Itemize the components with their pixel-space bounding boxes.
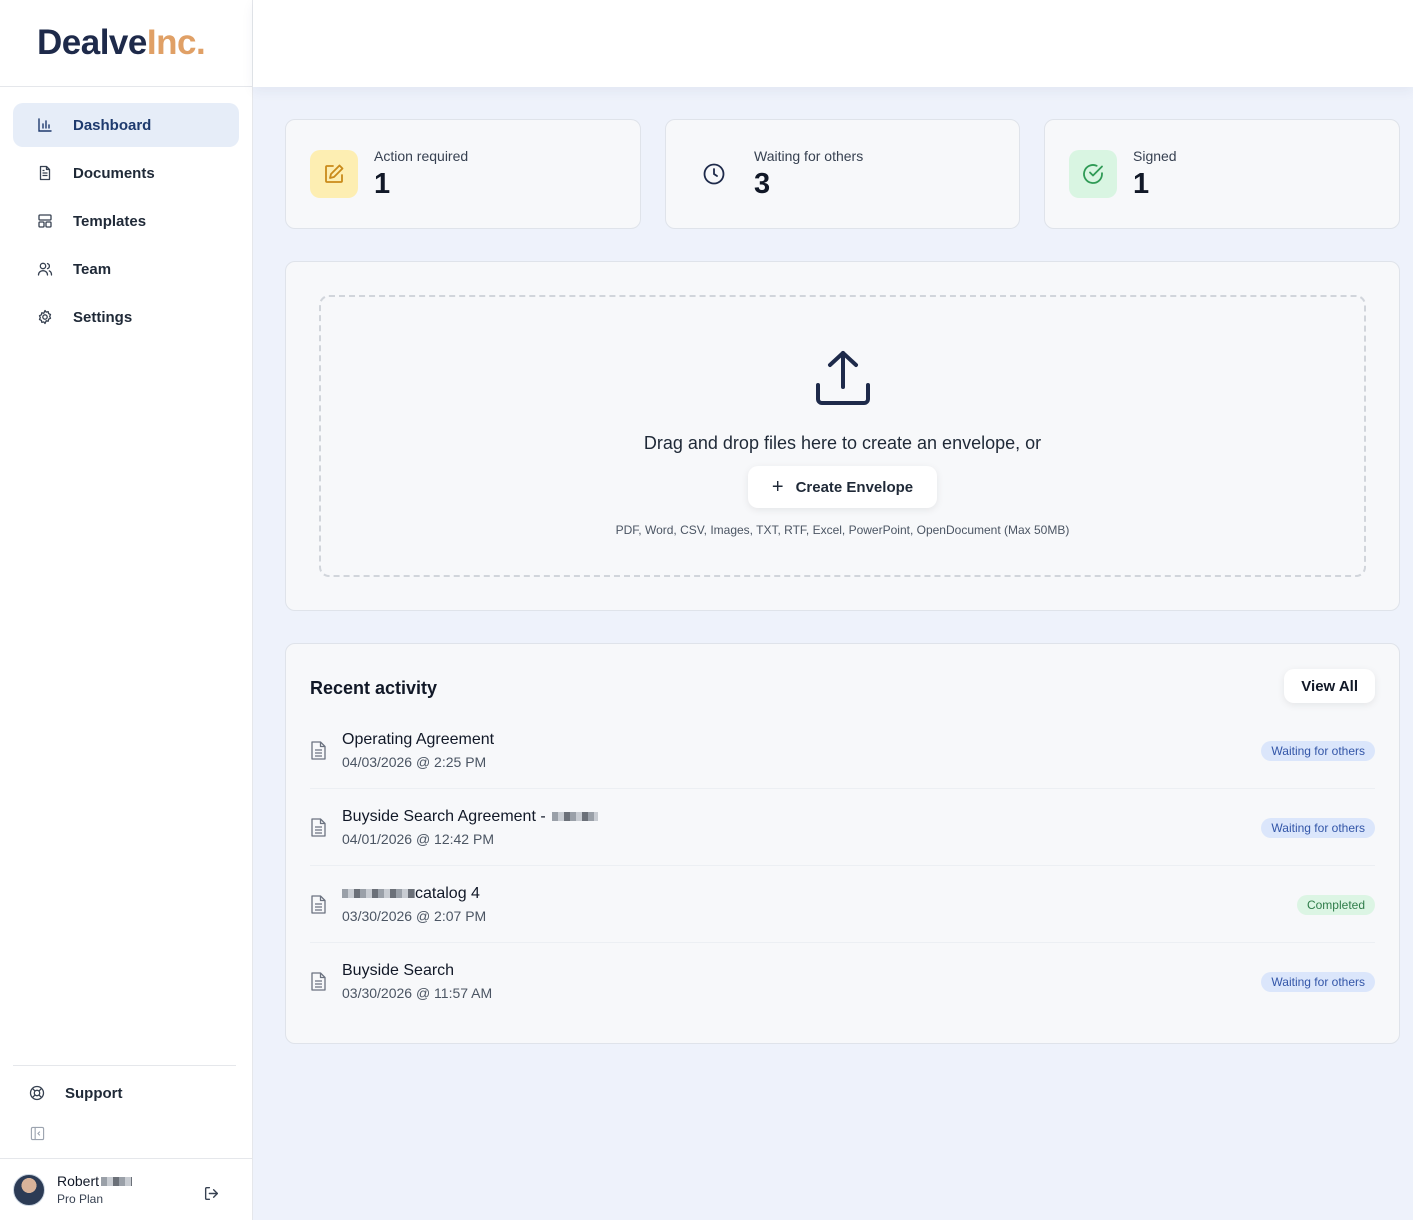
stat-value: 1 xyxy=(1133,167,1150,200)
status-badge: Waiting for others xyxy=(1261,818,1375,838)
plus-icon: + xyxy=(771,476,784,498)
top-bar xyxy=(253,0,1413,87)
stat-card-signed[interactable]: Signed 1 xyxy=(1044,119,1400,229)
activity-date: 04/01/2026 @ 12:42 PM xyxy=(342,830,494,847)
activity-title: catalog 4 xyxy=(342,885,486,903)
activity-title-text: Buyside Search xyxy=(342,962,455,979)
recent-activity-title: Recent activity xyxy=(310,678,438,698)
nav-label: Documents xyxy=(73,164,155,182)
nav-label: Team xyxy=(73,260,112,278)
stat-value: 3 xyxy=(754,167,771,200)
nav-label: Settings xyxy=(73,308,133,326)
nav-label: Templates xyxy=(73,212,147,230)
redacted-block xyxy=(342,889,415,898)
users-icon xyxy=(37,261,53,277)
brand-logo[interactable]: Dealve Inc. xyxy=(0,0,252,87)
sidebar-footer: Support xyxy=(13,1065,236,1147)
document-icon xyxy=(311,894,326,914)
recent-activity-card: Recent activity View All Operating Agree… xyxy=(285,643,1400,1044)
user-profile[interactable]: Robert Pro Plan xyxy=(0,1158,252,1220)
document-icon xyxy=(311,972,326,991)
document-icon xyxy=(311,817,326,837)
activity-list: Operating Agreement 04/03/2026 @ 2:25 PM… xyxy=(310,712,1375,1020)
drop-instructions: Drag and drop files here to create an en… xyxy=(643,433,1042,453)
activity-title-text: catalog 4 xyxy=(415,884,480,902)
status-badge: Completed xyxy=(1296,895,1375,915)
activity-item[interactable]: catalog 4 03/30/2026 @ 2:07 PM Completed xyxy=(310,866,1375,943)
activity-title: Operating Agreement xyxy=(342,731,494,749)
nav-item-team[interactable]: Team xyxy=(13,247,239,291)
template-icon xyxy=(37,213,53,229)
user-plan: Pro Plan xyxy=(57,1192,104,1206)
activity-item[interactable]: Buyside Search 03/30/2026 @ 11:57 AM Wai… xyxy=(310,943,1375,1020)
nav-item-dashboard[interactable]: Dashboard xyxy=(13,103,239,147)
activity-title-text: Buyside Search Agreement - xyxy=(342,807,546,825)
check-circle-icon xyxy=(1083,164,1103,184)
redacted-block xyxy=(551,812,598,821)
gear-icon xyxy=(37,309,53,325)
user-name: Robert xyxy=(57,1173,133,1189)
stat-label: Action required xyxy=(374,147,469,164)
activity-date: 04/03/2026 @ 2:25 PM xyxy=(342,753,487,770)
nav-label: Dashboard xyxy=(73,116,152,134)
upload-card: Drag and drop files here to create an en… xyxy=(285,261,1400,611)
redacted-block xyxy=(101,1176,133,1186)
document-icon xyxy=(37,165,53,181)
document-icon xyxy=(311,740,326,760)
stat-badge xyxy=(310,150,358,198)
upload-icon xyxy=(815,351,870,405)
stat-label: Signed xyxy=(1133,147,1177,164)
view-all-button[interactable]: View All xyxy=(1284,669,1375,703)
logout-icon[interactable] xyxy=(203,1185,220,1202)
nav-item-templates[interactable]: Templates xyxy=(13,199,239,243)
brand-name-part2: Inc. xyxy=(146,23,206,62)
activity-title-text: Operating Agreement xyxy=(342,730,495,748)
lifebuoy-icon xyxy=(29,1085,45,1101)
clock-icon xyxy=(703,163,725,185)
stat-badge xyxy=(690,150,738,198)
activity-item[interactable]: Operating Agreement 04/03/2026 @ 2:25 PM… xyxy=(310,712,1375,789)
edit-icon xyxy=(325,164,344,183)
collapse-sidebar-button[interactable] xyxy=(13,1119,236,1147)
create-envelope-label: Create Envelope xyxy=(795,478,914,496)
activity-title: Buyside Search Agreement - xyxy=(342,808,598,826)
activity-item[interactable]: Buyside Search Agreement - 04/01/2026 @ … xyxy=(310,789,1375,866)
avatar xyxy=(13,1173,45,1206)
nav-item-settings[interactable]: Settings xyxy=(13,295,239,339)
status-badge: Waiting for others xyxy=(1261,972,1375,992)
activity-title: Buyside Search xyxy=(342,962,492,980)
main-nav: Dashboard Documents Templates Team Setti… xyxy=(0,87,252,339)
stat-card-waiting[interactable]: Waiting for others 3 xyxy=(665,119,1020,229)
file-dropzone[interactable]: Drag and drop files here to create an en… xyxy=(319,295,1366,577)
support-link[interactable]: Support xyxy=(13,1067,236,1119)
activity-date: 03/30/2026 @ 11:57 AM xyxy=(342,985,493,1001)
support-label: Support xyxy=(65,1084,123,1102)
brand-name-part1: Dealve xyxy=(37,23,147,62)
activity-date: 03/30/2026 @ 2:07 PM xyxy=(342,907,487,924)
user-name-text: Robert xyxy=(57,1173,100,1189)
user-info: Robert Pro Plan xyxy=(57,1173,133,1206)
create-envelope-button[interactable]: + Create Envelope xyxy=(747,466,938,508)
nav-item-documents[interactable]: Documents xyxy=(13,151,239,195)
sidebar: Dealve Inc. Dashboard Documents Templates… xyxy=(0,0,253,1220)
stat-card-action-required[interactable]: Action required 1 xyxy=(285,119,641,229)
supported-formats: PDF, Word, CSV, Images, TXT, RTF, Excel,… xyxy=(615,523,1070,537)
stat-label: Waiting for others xyxy=(754,147,864,164)
stat-value: 1 xyxy=(374,167,391,200)
sidebar-collapse-icon xyxy=(30,1126,45,1140)
status-badge: Waiting for others xyxy=(1261,741,1375,761)
bar-chart-icon xyxy=(37,117,53,133)
stat-badge xyxy=(1069,150,1117,198)
